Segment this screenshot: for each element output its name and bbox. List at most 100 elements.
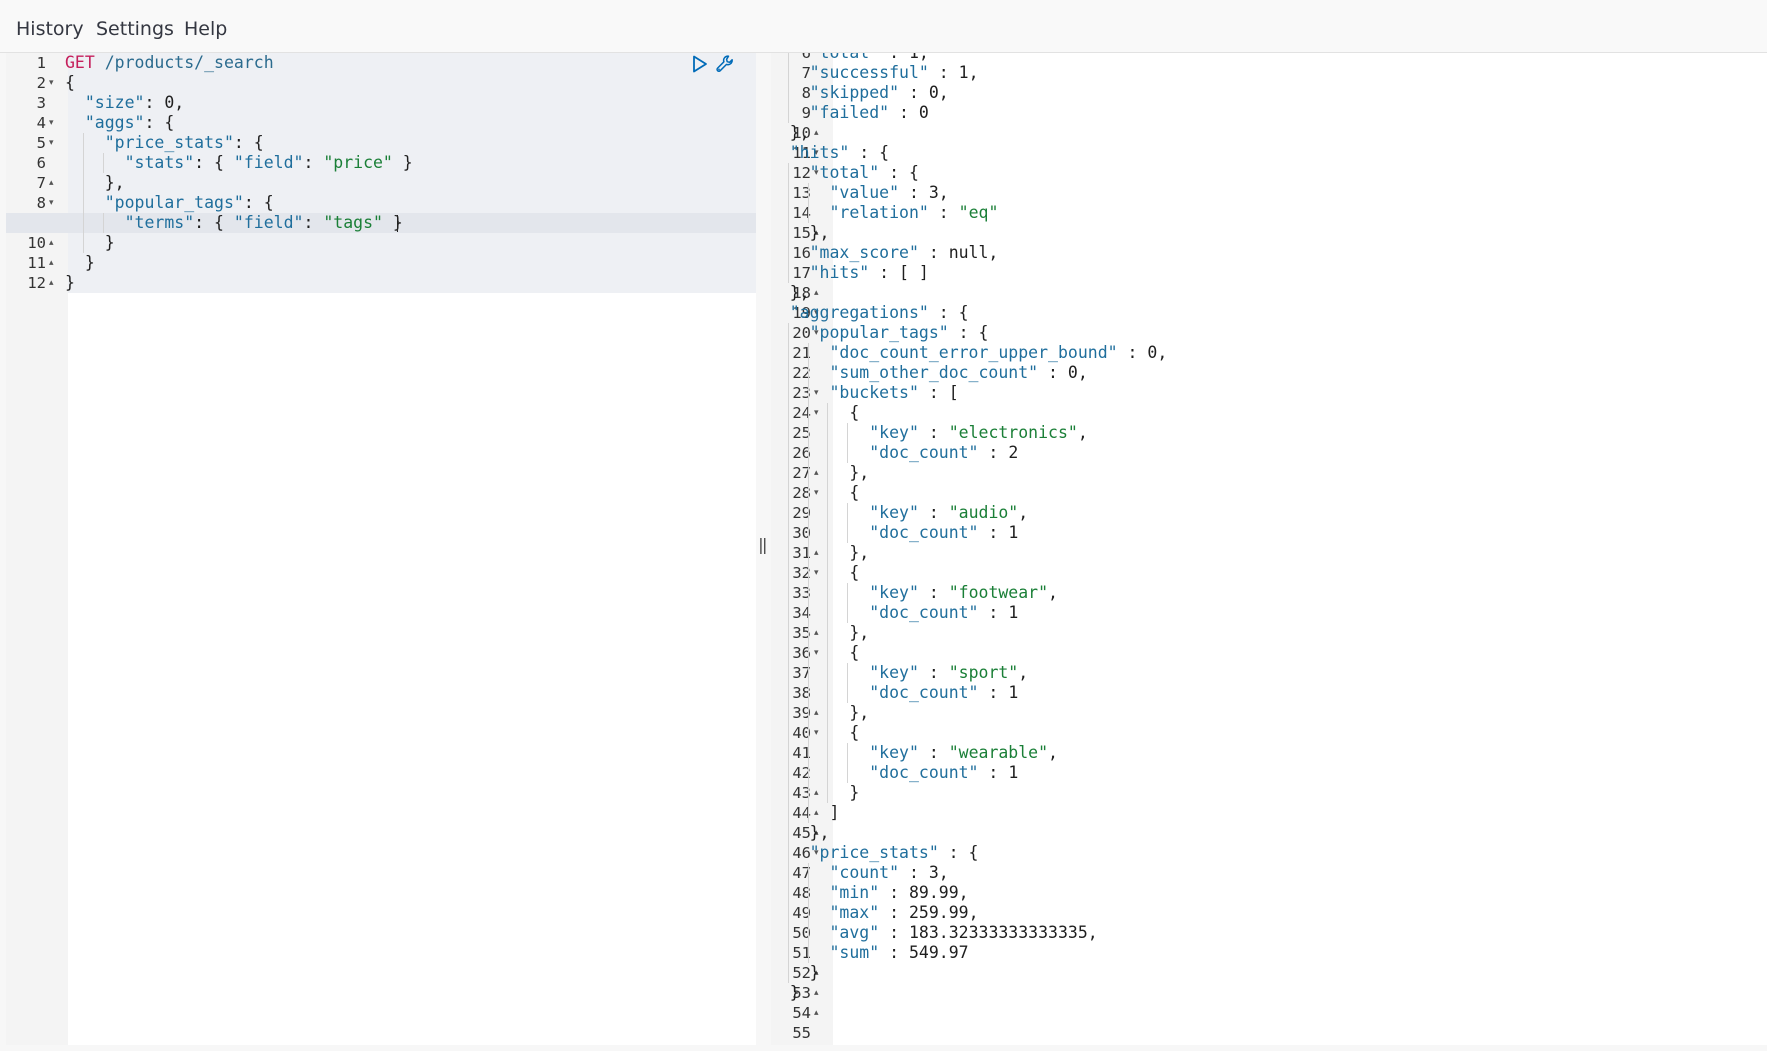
top-menu-bar: History Settings Help — [0, 0, 1767, 53]
key-token: "doc_count" — [869, 683, 979, 702]
code-line: "count" : 3, — [771, 863, 949, 883]
line-number: 5 — [36, 134, 46, 152]
fold-collapse-icon[interactable]: ▾ — [49, 113, 54, 133]
code-token: } — [392, 153, 413, 172]
key-token: "hits" — [789, 143, 850, 162]
request-editor-pane[interactable]: 12▾34▾5▾67▴8▾910▴11▴12▴ GET /products/_s… — [6, 53, 756, 1045]
code-token: , — [1018, 503, 1029, 522]
code-token: : — [889, 103, 919, 122]
code-token: , — [938, 83, 949, 102]
fold-collapse-icon[interactable]: ▾ — [49, 73, 54, 93]
code-line: "total" : 1, — [771, 53, 929, 63]
key-token: "hits" — [809, 263, 870, 282]
url-token: /products/_search — [104, 53, 274, 72]
code-token: : { — [194, 153, 234, 172]
key-token: "price_stats" — [104, 133, 234, 152]
code-token: { — [849, 723, 860, 742]
code-token: } — [809, 963, 820, 982]
indent-guide — [807, 183, 809, 223]
key-token: "size" — [84, 93, 145, 112]
code-line: "avg" : 183.32333333333335, — [771, 923, 1097, 943]
pane-resizer[interactable]: ‖ — [758, 535, 768, 559]
code-token: , — [919, 53, 929, 62]
fold-expand-icon[interactable]: ▴ — [814, 1003, 819, 1023]
help-menu-item[interactable]: Help — [184, 18, 227, 40]
code-token: : — [918, 423, 949, 442]
key-token: "doc_count" — [869, 763, 979, 782]
code-token: , — [1157, 343, 1168, 362]
line-number: 2 — [36, 74, 46, 92]
code-line: "stats": { "field": "price" } — [65, 153, 413, 173]
code-token: : — [899, 183, 929, 202]
line-number: 55 — [792, 1024, 811, 1042]
code-line: "size": 0, — [65, 93, 184, 113]
code-token: ] — [829, 803, 840, 822]
code-token: : { — [849, 143, 890, 162]
key-token: "field" — [233, 153, 304, 172]
code-line: { — [65, 73, 75, 93]
fold-expand-icon[interactable]: ▴ — [49, 233, 54, 253]
fold-collapse-icon[interactable]: ▾ — [49, 133, 54, 153]
code-line: } — [65, 253, 95, 273]
num-token: 183.32333333333335 — [908, 923, 1088, 942]
code-token: , — [968, 63, 979, 82]
code-token: } — [65, 253, 95, 272]
fold-collapse-icon[interactable]: ▾ — [49, 193, 54, 213]
str-token: "tags" — [323, 213, 383, 232]
str-token: "footwear" — [948, 583, 1049, 602]
code-token: , — [1048, 743, 1058, 762]
code-token: }, — [789, 123, 810, 142]
code-line: "popular_tags": { — [65, 193, 274, 213]
indent-guide — [847, 503, 849, 543]
fold-expand-icon[interactable]: ▴ — [49, 173, 54, 193]
num-token: 0 — [164, 93, 175, 112]
wrench-icon[interactable] — [715, 54, 735, 78]
code-line: "failed" : 0 — [771, 103, 929, 123]
history-menu-item[interactable]: History — [16, 18, 84, 40]
code-token: , — [938, 863, 949, 882]
code-token: , — [1048, 583, 1058, 602]
code-line: "key" : "wearable", — [771, 743, 1058, 763]
indent-guide — [847, 423, 849, 463]
code-token: : { — [928, 303, 969, 322]
fold-expand-icon[interactable]: ▴ — [49, 273, 54, 293]
code-line: "key" : "sport", — [771, 663, 1028, 683]
key-token: "count" — [829, 863, 900, 882]
play-icon[interactable] — [692, 55, 708, 77]
code-line: } — [771, 983, 800, 1003]
response-viewer-pane[interactable]: 6 7 8 9 10 ▴ 11 ▾ 12 ▾ 13 14 15 ▴ 16 17 18 ▴ 19 ▾ 20 ▾ 21 22 23 ▾… — [771, 53, 1767, 1045]
code-token: }, — [849, 703, 870, 722]
key-token: "max" — [829, 903, 880, 922]
key-token: "terms" — [124, 213, 195, 232]
code-line: "min" : 89.99, — [771, 883, 969, 903]
code-line: } — [65, 233, 115, 253]
code-token: } — [849, 783, 860, 802]
line-number: 3 — [36, 94, 46, 112]
num-token: 3 — [928, 863, 939, 882]
key-token: "doc_count" — [869, 603, 979, 622]
key-token: "total" — [809, 163, 880, 182]
code-token: : — [879, 53, 909, 62]
code-line: }, — [771, 543, 869, 563]
code-token: , — [958, 883, 969, 902]
code-token: }, — [65, 173, 125, 192]
code-token: : — [978, 763, 1009, 782]
code-token: { — [849, 563, 860, 582]
line-number: 6 — [36, 154, 46, 172]
fold-expand-icon[interactable]: ▴ — [814, 123, 819, 143]
fold-expand-icon[interactable]: ▴ — [814, 283, 819, 303]
fold-expand-icon[interactable]: ▴ — [49, 253, 54, 273]
settings-menu-item[interactable]: Settings — [96, 18, 174, 40]
indent-guide — [102, 213, 104, 233]
code-token: }, — [849, 463, 870, 482]
code-token: , — [938, 183, 949, 202]
fold-expand-icon[interactable]: ▴ — [814, 983, 819, 1003]
str-token: "sport" — [948, 663, 1019, 682]
